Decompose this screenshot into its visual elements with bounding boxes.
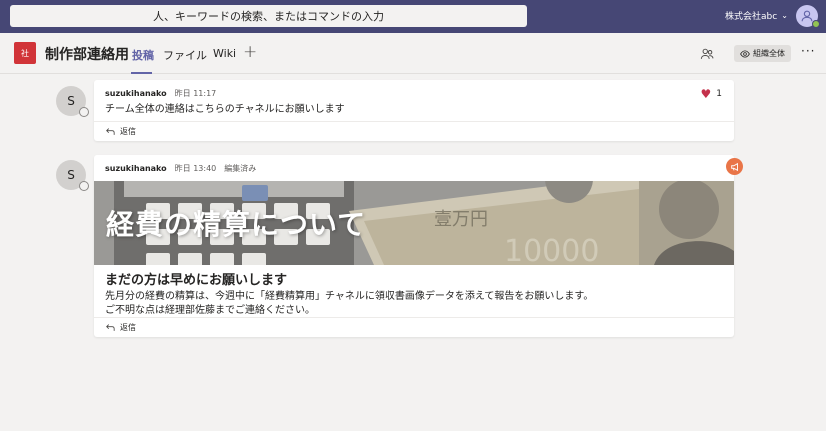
team-members-icon[interactable]	[700, 47, 714, 61]
post-text-line: ご不明な点は経理部佐藤までご連絡ください。	[105, 305, 315, 316]
svg-text:壹万円: 壹万円	[434, 209, 488, 230]
tab-files[interactable]: ファイル	[163, 47, 207, 63]
divider	[94, 121, 734, 122]
reply-label: 返信	[120, 127, 136, 136]
avatar[interactable]: S	[56, 160, 89, 191]
like-reaction[interactable]: ♥ 1	[701, 88, 723, 100]
avatar-initial: S	[67, 168, 75, 182]
like-count: 1	[716, 89, 722, 99]
active-tab-indicator	[131, 72, 152, 74]
divider	[94, 317, 734, 318]
banner-title: 経費の精算について	[106, 208, 367, 241]
reply-icon	[106, 324, 115, 331]
edited-label: 編集済み	[224, 164, 257, 173]
post-banner-image: 10000 壹万円 経費の精算について	[94, 181, 734, 265]
megaphone-icon	[730, 162, 738, 171]
post-meta: suzukihanako 昨日 13:40 編集済み	[105, 163, 256, 174]
presence-status-badge	[79, 181, 89, 191]
svg-text:10000: 10000	[504, 234, 599, 265]
post-author[interactable]: suzukihanako	[105, 164, 167, 173]
more-options-button[interactable]: ···	[801, 44, 815, 58]
org-wide-button[interactable]: 組織全体	[734, 45, 791, 62]
post-card: suzukihanako 昨日 13:40 編集済み 10000 壹万円 経費の…	[94, 155, 734, 337]
heart-icon: ♥	[700, 87, 712, 101]
reply-label: 返信	[120, 323, 136, 332]
eye-icon	[740, 49, 750, 58]
post-card: suzukihanako 昨日 11:17 チーム全体の連絡はこちらのチャネルに…	[94, 80, 734, 141]
add-tab-button[interactable]: +	[243, 42, 257, 62]
avatar[interactable]: S	[56, 86, 89, 117]
app-top-bar: 人、キーワードの検索、またはコマンドの入力 株式会社abc ⌄	[0, 0, 826, 33]
post-meta: suzukihanako 昨日 11:17	[105, 88, 216, 99]
announcement-icon	[726, 158, 743, 175]
org-wide-label: 組織全体	[753, 49, 785, 58]
presence-status-badge	[812, 20, 820, 28]
chevron-down-icon: ⌄	[781, 11, 788, 20]
channel-header: 社 制作部連絡用 投稿 ファイル Wiki + 組織全体 ···	[0, 33, 826, 74]
team-icon[interactable]: 社	[14, 42, 36, 64]
profile-avatar[interactable]	[796, 5, 820, 28]
post-timestamp: 昨日 13:40	[174, 164, 217, 173]
presence-status-badge	[79, 107, 89, 117]
search-input[interactable]: 人、キーワードの検索、またはコマンドの入力	[10, 5, 527, 27]
post-text-line: 先月分の経費の精算は、今週中に「経費精算用」チャネルに領収書画像データを添えて報…	[105, 291, 594, 302]
reply-icon	[106, 128, 115, 135]
post-text: チーム全体の連絡はこちらのチャネルにお願いします	[105, 104, 345, 115]
post-timestamp: 昨日 11:17	[174, 89, 217, 98]
post-heading: まだの方は早めにお願いします	[105, 273, 288, 288]
tab-wiki[interactable]: Wiki	[213, 47, 236, 60]
avatar-initial: S	[67, 94, 75, 108]
channel-title: 制作部連絡用	[45, 47, 129, 63]
post-author[interactable]: suzukihanako	[105, 89, 167, 98]
org-switcher[interactable]: 株式会社abc ⌄	[725, 9, 788, 22]
reply-button[interactable]: 返信	[105, 126, 136, 137]
org-name: 株式会社abc	[725, 12, 778, 22]
tab-posts[interactable]: 投稿	[132, 47, 154, 63]
reply-button[interactable]: 返信	[105, 322, 136, 333]
